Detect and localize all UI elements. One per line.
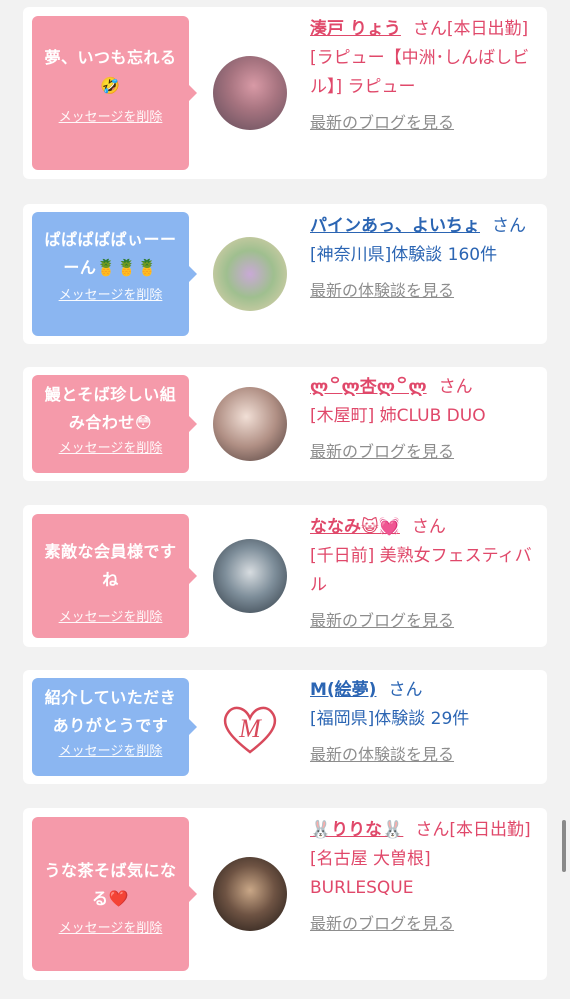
- avatar[interactable]: [213, 56, 287, 130]
- latest-review-link[interactable]: 最新の体験談を見る: [310, 740, 538, 769]
- message-text: 素敵な会員様ですね: [44, 542, 177, 589]
- message-bubble: 夢、いつも忘れる🤣 メッセージを削除: [32, 16, 197, 170]
- message-bubble: 素敵な会員様ですね メッセージを削除: [32, 514, 197, 638]
- latest-blog-link[interactable]: 最新のブログを見る: [310, 108, 538, 137]
- heart-m-logo-icon[interactable]: M: [213, 690, 287, 764]
- message-bubble: ぱぱぱぱぱぃーーーん🍍🍍🍍 メッセージを削除: [32, 212, 197, 336]
- message-bubble: 鰻とそば珍しい組み合わせ😳 メッセージを削除: [32, 375, 197, 473]
- shop-region: [木屋町] 姉CLUB DUO: [310, 406, 486, 426]
- delete-message-link[interactable]: メッセージを削除: [40, 606, 181, 625]
- heart-m-logo-icon-svg: M: [223, 706, 277, 754]
- avatar[interactable]: [213, 237, 287, 311]
- avatar[interactable]: [213, 539, 287, 613]
- user-info: ლ꒪ლ杏ლ꒪ლ さん [木屋町] 姉CLUB DUO 最新のブログを見る: [310, 373, 538, 466]
- message-text: うな茶そば気になる❤️: [44, 861, 177, 908]
- user-name-link[interactable]: ななみ😺💓: [310, 517, 400, 537]
- message-bubble: うな茶そば気になる❤️ メッセージを削除: [32, 817, 197, 971]
- avatar[interactable]: [213, 387, 287, 461]
- delete-message-link[interactable]: メッセージを削除: [40, 917, 181, 936]
- message-card: 素敵な会員様ですね メッセージを削除 ななみ😺💓 さん [千日前] 美熟女フェステ…: [23, 505, 547, 647]
- honorific: さん: [388, 680, 423, 700]
- user-name-link[interactable]: ლ꒪ლ杏ლ꒪ლ: [310, 377, 427, 397]
- user-info: 🐰りりな🐰 さん[本日出勤] [名古屋 大曽根] BURLESQUE 最新のブログ…: [310, 816, 538, 938]
- shop-region: [名古屋 大曽根] BURLESQUE: [310, 849, 431, 898]
- message-text: ぱぱぱぱぱぃーーーん🍍🍍🍍: [44, 230, 177, 277]
- user-info: M(絵夢) さん [福岡県]体験談 29件 最新の体験談を見る: [310, 676, 538, 769]
- shop-region: [ラピュー【中洲･しんばしビル】] ラピュー: [310, 48, 530, 97]
- message-bubble: 紹介していただきありがとうです メッセージを削除: [32, 678, 197, 776]
- delete-message-link[interactable]: メッセージを削除: [40, 284, 181, 303]
- message-card: うな茶そば気になる❤️ メッセージを削除 🐰りりな🐰 さん[本日出勤] [名古屋 …: [23, 808, 547, 980]
- message-card: 鰻とそば珍しい組み合わせ😳 メッセージを削除 ლ꒪ლ杏ლ꒪ლ さん [木屋町] 姉…: [23, 367, 547, 481]
- latest-blog-link[interactable]: 最新のブログを見る: [310, 437, 538, 466]
- user-name-link[interactable]: M(絵夢): [310, 680, 376, 700]
- delete-message-link[interactable]: メッセージを削除: [40, 437, 181, 456]
- delete-message-link[interactable]: メッセージを削除: [40, 740, 181, 759]
- message-text: 紹介していただきありがとうです: [44, 688, 177, 735]
- user-name-link[interactable]: 🐰りりな🐰: [310, 820, 403, 840]
- latest-blog-link[interactable]: 最新のブログを見る: [310, 606, 538, 635]
- delete-message-link[interactable]: メッセージを削除: [40, 106, 181, 125]
- honorific: さん: [411, 517, 446, 537]
- honorific: さん[本日出勤]: [415, 820, 531, 840]
- honorific: さん[本日出勤]: [412, 19, 529, 39]
- honorific: さん: [438, 377, 473, 397]
- message-text: 夢、いつも忘れる🤣: [44, 48, 177, 95]
- honorific: さん: [492, 216, 526, 236]
- user-name-link[interactable]: 湊戸 りょう: [310, 19, 401, 39]
- region-count: [神奈川県]体験談 160件: [310, 245, 498, 265]
- shop-region: [千日前] 美熟女フェスティバル: [310, 546, 532, 595]
- region-count: [福岡県]体験談 29件: [310, 709, 470, 729]
- scrollbar[interactable]: [562, 820, 566, 872]
- user-info: パインあっ、よいちょ さん [神奈川県]体験談 160件 最新の体験談を見る: [310, 212, 538, 305]
- latest-review-link[interactable]: 最新の体験談を見る: [310, 276, 538, 305]
- latest-blog-link[interactable]: 最新のブログを見る: [310, 909, 538, 938]
- svg-text:M: M: [238, 714, 262, 743]
- message-card: 紹介していただきありがとうです メッセージを削除 M M(絵夢) さん [福岡県]…: [23, 670, 547, 784]
- avatar[interactable]: [213, 857, 287, 931]
- message-card: 夢、いつも忘れる🤣 メッセージを削除 湊戸 りょう さん[本日出勤] [ラピュー【…: [23, 7, 547, 179]
- user-name-link[interactable]: パインあっ、よいちょ: [310, 216, 480, 236]
- user-info: ななみ😺💓 さん [千日前] 美熟女フェスティバル 最新のブログを見る: [310, 513, 538, 635]
- user-info: 湊戸 りょう さん[本日出勤] [ラピュー【中洲･しんばしビル】] ラピュー 最新…: [310, 15, 538, 137]
- message-text: 鰻とそば珍しい組み合わせ😳: [44, 385, 177, 432]
- message-card: ぱぱぱぱぱぃーーーん🍍🍍🍍 メッセージを削除 パインあっ、よいちょ さん [神奈川…: [23, 204, 547, 344]
